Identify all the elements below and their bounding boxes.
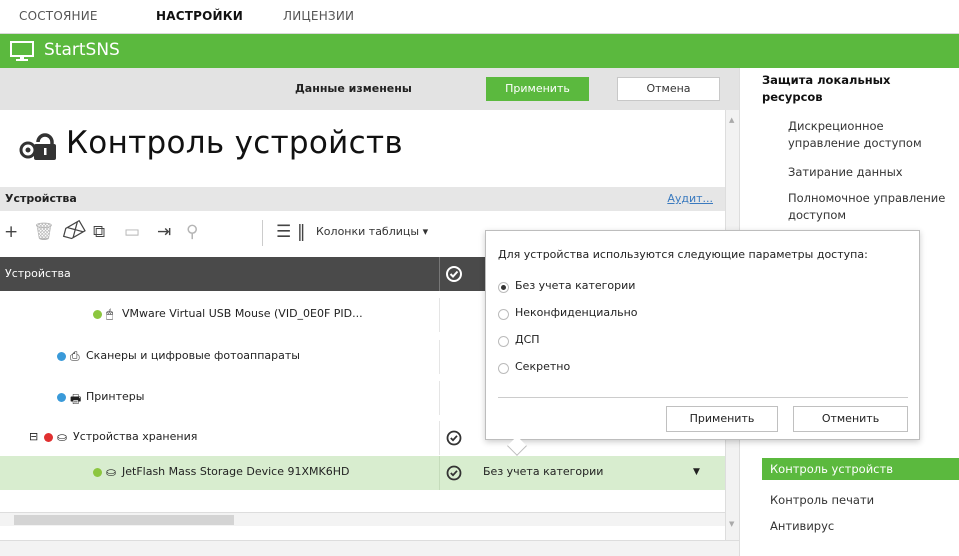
popup-cancel-button[interactable]: Отменить bbox=[793, 406, 908, 432]
tab-status[interactable]: СОСТОЯНИЕ bbox=[19, 9, 98, 23]
cell-divider bbox=[439, 456, 440, 490]
audit-link[interactable]: Аудит... bbox=[667, 192, 713, 205]
hierarchy-icon[interactable]: ⚲ bbox=[186, 222, 198, 242]
scanner-icon: ⎙ bbox=[70, 349, 80, 363]
monitor-icon bbox=[10, 41, 34, 61]
tab-settings[interactable]: НАСТРОЙКИ bbox=[156, 9, 243, 23]
device-label: JetFlash Mass Storage Device 91XMK6HD bbox=[122, 465, 350, 478]
usb-drive-icon: ⛀ bbox=[106, 465, 117, 479]
radio-button[interactable] bbox=[498, 309, 509, 320]
column-divider bbox=[439, 257, 440, 291]
radio-label: Без учета категории bbox=[515, 279, 636, 292]
check-icon bbox=[446, 430, 462, 446]
devices-section-label: Устройства bbox=[5, 192, 77, 205]
nav-item-antivirus[interactable]: Антивирус bbox=[770, 518, 950, 535]
lock-gear-icon bbox=[19, 133, 56, 160]
cancel-button[interactable]: Отмена bbox=[617, 77, 720, 101]
cell-divider bbox=[439, 298, 440, 332]
chevron-down-icon[interactable]: ▼ bbox=[693, 467, 700, 477]
devices-section-header: Устройства Аудит... bbox=[0, 187, 725, 211]
details-icon[interactable]: ☰ bbox=[276, 222, 291, 242]
popup-description: Для устройства используются следующие па… bbox=[498, 248, 868, 261]
app-title-bar: StartSNS bbox=[0, 34, 959, 68]
device-label: Сканеры и цифровые фотоаппараты bbox=[86, 349, 300, 362]
status-dot bbox=[93, 310, 102, 319]
scrollbar-thumb[interactable] bbox=[14, 515, 234, 525]
access-category-select[interactable]: Без учета категории bbox=[483, 465, 603, 478]
columns-icon[interactable]: ‖ bbox=[297, 222, 306, 242]
popup-apply-button[interactable]: Применить bbox=[666, 406, 778, 432]
scroll-up-icon[interactable]: ▲ bbox=[729, 116, 734, 124]
access-level-popup: Для устройства используются следующие па… bbox=[485, 230, 920, 456]
top-tab-bar: СОСТОЯНИЕ НАСТРОЙКИ ЛИЦЕНЗИИ bbox=[0, 0, 959, 34]
tab-licenses[interactable]: ЛИЦЕНЗИИ bbox=[283, 9, 354, 23]
collapse-icon[interactable]: ⊟ bbox=[29, 430, 38, 443]
nav-group-local-resources[interactable]: Защита локальных ресурсов bbox=[762, 72, 942, 106]
scroll-down-icon[interactable]: ▼ bbox=[729, 520, 734, 528]
page-horizontal-scrollbar[interactable] bbox=[0, 540, 739, 556]
status-dot bbox=[57, 352, 66, 361]
nav-item-discretionary-access[interactable]: Дискреционное управление доступом bbox=[788, 118, 953, 152]
device-label: Устройства хранения bbox=[73, 430, 198, 443]
radio-label: ДСП bbox=[515, 333, 540, 346]
nav-item-data-wiping[interactable]: Затирание данных bbox=[788, 164, 953, 181]
toolbar-divider bbox=[262, 220, 263, 246]
status-dot bbox=[44, 433, 53, 442]
radio-label: Неконфиденциально bbox=[515, 306, 638, 319]
tree-row-selected[interactable]: ⛀ JetFlash Mass Storage Device 91XMK6HD … bbox=[0, 456, 725, 490]
action-bar: Данные изменены Применить Отмена bbox=[0, 68, 739, 110]
popup-divider bbox=[498, 397, 908, 398]
radio-button[interactable] bbox=[498, 336, 509, 347]
mouse-icon: 🖱 bbox=[106, 307, 114, 321]
device-label: Принтеры bbox=[86, 390, 145, 403]
nav-item-device-control[interactable]: Контроль устройств bbox=[762, 458, 959, 480]
nav-item-mandatory-access[interactable]: Полномочное управление доступом bbox=[788, 190, 953, 224]
check-column-icon[interactable] bbox=[445, 265, 463, 283]
printer-icon: 🖶 bbox=[70, 392, 82, 406]
status-dot bbox=[93, 468, 102, 477]
delete-icon[interactable]: 🗑 bbox=[33, 222, 55, 242]
radio-button[interactable] bbox=[498, 363, 509, 374]
cell-divider bbox=[439, 340, 440, 374]
columns-dropdown[interactable]: Колонки таблицы ▾ bbox=[316, 225, 428, 238]
export-icon[interactable]: ⇥ bbox=[157, 222, 171, 242]
page-title: Контроль устройств bbox=[66, 125, 403, 161]
nav-item-print-control[interactable]: Контроль печати bbox=[770, 492, 950, 509]
copy-icon[interactable]: ⧉ bbox=[93, 222, 105, 242]
status-dot bbox=[57, 393, 66, 402]
cell-divider bbox=[439, 421, 440, 455]
app-title: StartSNS bbox=[44, 40, 120, 60]
device-label: VMware Virtual USB Mouse (VID_0E0F PID..… bbox=[122, 307, 363, 320]
cell-divider bbox=[439, 381, 440, 415]
radio-label: Секретно bbox=[515, 360, 571, 373]
changes-status-text: Данные изменены bbox=[295, 82, 412, 95]
storage-icon: ⛀ bbox=[57, 430, 68, 444]
devices-column-header[interactable]: Устройства bbox=[5, 267, 71, 280]
radio-button[interactable] bbox=[498, 282, 509, 293]
check-icon bbox=[446, 465, 462, 481]
page-header: Контроль устройств bbox=[0, 110, 725, 180]
paste-icon[interactable]: ▭ bbox=[124, 222, 140, 242]
grid-horizontal-scrollbar[interactable] bbox=[0, 512, 725, 526]
add-icon[interactable]: + bbox=[4, 222, 18, 242]
apply-button[interactable]: Применить bbox=[486, 77, 589, 101]
eraser-icon[interactable]: ⌫ bbox=[59, 217, 90, 246]
